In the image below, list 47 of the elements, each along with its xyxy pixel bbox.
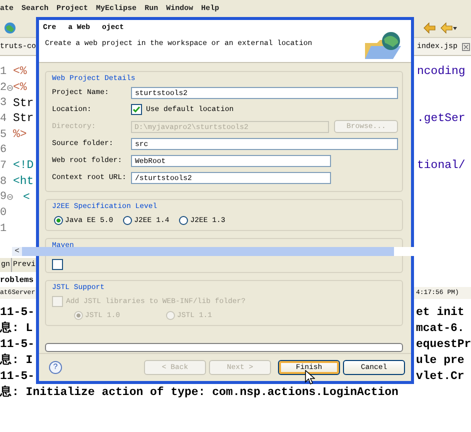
mouse-cursor-icon xyxy=(305,370,315,385)
code-text: %> xyxy=(13,128,27,142)
line-number: 1 xyxy=(0,66,7,78)
console-line: vlet.Cr xyxy=(416,368,464,385)
console-line: ule pre xyxy=(416,352,464,369)
line-number: 8 xyxy=(0,176,7,188)
code-text: Str xyxy=(13,96,34,110)
console-line: et init xyxy=(416,304,464,321)
console-line: 11-5- xyxy=(0,336,35,353)
code-text: <ht xyxy=(13,175,34,188)
view-tab[interactable]: roblems xyxy=(0,276,34,285)
fold-icon[interactable] xyxy=(7,194,13,200)
code-text: < xyxy=(23,190,30,204)
line-number: 2 xyxy=(0,82,7,94)
line-number: 3 xyxy=(0,97,7,110)
close-icon[interactable] xyxy=(462,42,470,50)
console-line: 息: I xyxy=(0,352,33,369)
console-line: mcat-6. xyxy=(416,320,464,337)
console-line: equestPr xyxy=(416,336,471,353)
console-line: 11-5- xyxy=(0,304,35,321)
console-line: 息: Initialize action of type: com.nsp.actions.LoginAction xyxy=(0,384,398,401)
code-text: ncoding xyxy=(417,65,466,78)
radio-button[interactable] xyxy=(54,216,63,225)
line-number: 4 xyxy=(0,112,7,125)
globe-icon[interactable] xyxy=(4,22,16,34)
code-text: tional/ xyxy=(417,159,466,172)
code-text: <% xyxy=(13,81,27,94)
console-line: 息: L xyxy=(0,320,33,337)
radio-button[interactable] xyxy=(123,216,132,225)
code-text: .getSer xyxy=(417,112,466,126)
navigation-arrows-icon[interactable] xyxy=(423,22,457,34)
line-number: 5 xyxy=(0,128,7,141)
line-number: 7 xyxy=(0,160,7,172)
line-number: 6 xyxy=(0,144,7,156)
scroll-left-button[interactable]: < xyxy=(12,246,22,256)
fold-icon[interactable] xyxy=(7,84,13,91)
radio-button[interactable] xyxy=(179,216,188,225)
console-line: 11-5- xyxy=(0,368,35,385)
checkbox[interactable] xyxy=(52,259,63,270)
line-number: 9 xyxy=(0,191,7,204)
line-number: 1 xyxy=(0,222,7,235)
checkbox[interactable] xyxy=(131,104,142,115)
code-text: Str xyxy=(13,112,34,126)
line-number: 0 xyxy=(0,207,7,220)
code-text: <% xyxy=(13,65,27,78)
code-text: <!D xyxy=(13,159,34,172)
help-button[interactable]: ? xyxy=(49,361,62,374)
